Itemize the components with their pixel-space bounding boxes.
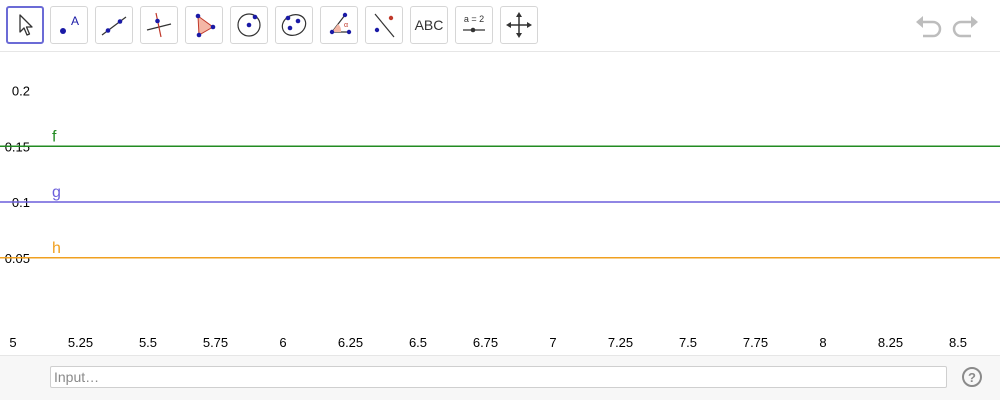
circle-center-point-icon — [237, 13, 261, 37]
line-through-points-icon — [101, 16, 127, 36]
x-tick-label: 6.25 — [338, 335, 363, 350]
x-tick-label: 6.5 — [409, 335, 427, 350]
x-tick-label: 5.25 — [68, 335, 93, 350]
input-bar-area: ? — [0, 355, 1000, 400]
function-h-label[interactable]: h — [52, 240, 61, 257]
input-field[interactable] — [50, 366, 947, 388]
slider-icon-label: a = 2 — [464, 14, 484, 24]
polygon-icon — [195, 13, 216, 38]
x-tick-label: 8.5 — [949, 335, 967, 350]
svg-text:α: α — [344, 22, 348, 29]
svg-text:A: A — [71, 14, 79, 28]
x-tick-label: 6.75 — [473, 335, 498, 350]
ellipse-icon — [281, 14, 307, 36]
slider-icon: a = 2 — [463, 14, 485, 33]
redo-button[interactable] — [950, 10, 982, 42]
x-tick-label: 7 — [549, 335, 556, 350]
x-tick-label: 7.75 — [743, 335, 768, 350]
circle-tool-button[interactable] — [230, 6, 268, 44]
arrow-pointer-icon — [19, 14, 33, 36]
point-tool-button[interactable]: A — [50, 6, 88, 44]
text-icon: ABC — [414, 17, 444, 33]
angle-icon: α — [329, 12, 352, 35]
move-graphics-view-button[interactable] — [500, 6, 538, 44]
perpendicular-line-icon — [146, 12, 172, 38]
function-f-label[interactable]: f — [52, 128, 57, 145]
x-tick-label: 8 — [819, 335, 826, 350]
undo-button[interactable] — [912, 10, 944, 42]
move-view-icon — [506, 12, 532, 38]
help-icon[interactable]: ? — [962, 367, 982, 387]
x-tick-label: 7.5 — [679, 335, 697, 350]
x-tick-label: 7.25 — [608, 335, 633, 350]
x-tick-label: 5 — [9, 335, 16, 350]
redo-icon — [952, 16, 978, 38]
slider-tool-button[interactable]: a = 2 — [455, 6, 493, 44]
angle-tool-button[interactable]: α — [320, 6, 358, 44]
toolbar: A α ABC a = 2 — [0, 0, 1000, 52]
reflect-about-line-icon — [374, 13, 395, 38]
text-tool-button[interactable]: ABC — [410, 6, 448, 44]
graphics-canvas[interactable]: 5 5.25 5.5 5.75 6 6.25 6.5 6.75 7 7.25 7.5 7.75 8 8.2… — [0, 53, 1000, 355]
graphics-view[interactable]: 5 5.25 5.5 5.75 6 6.25 6.5 6.75 7 7.25 7.5 7.75 8 8.2… — [0, 53, 1000, 355]
x-tick-label: 8.25 — [878, 335, 903, 350]
move-tool-button[interactable] — [6, 6, 44, 44]
function-g-label[interactable]: g — [52, 184, 61, 201]
line-tool-button[interactable] — [95, 6, 133, 44]
point-label-icon: A — [60, 14, 79, 34]
x-tick-label: 5.75 — [203, 335, 228, 350]
x-tick-label: 5.5 — [139, 335, 157, 350]
undo-icon — [916, 16, 942, 38]
perpendicular-line-tool-button[interactable] — [140, 6, 178, 44]
polygon-tool-button[interactable] — [185, 6, 223, 44]
ellipse-tool-button[interactable] — [275, 6, 313, 44]
reflect-tool-button[interactable] — [365, 6, 403, 44]
x-tick-label: 6 — [279, 335, 286, 350]
y-tick-label: 0.2 — [12, 84, 30, 99]
